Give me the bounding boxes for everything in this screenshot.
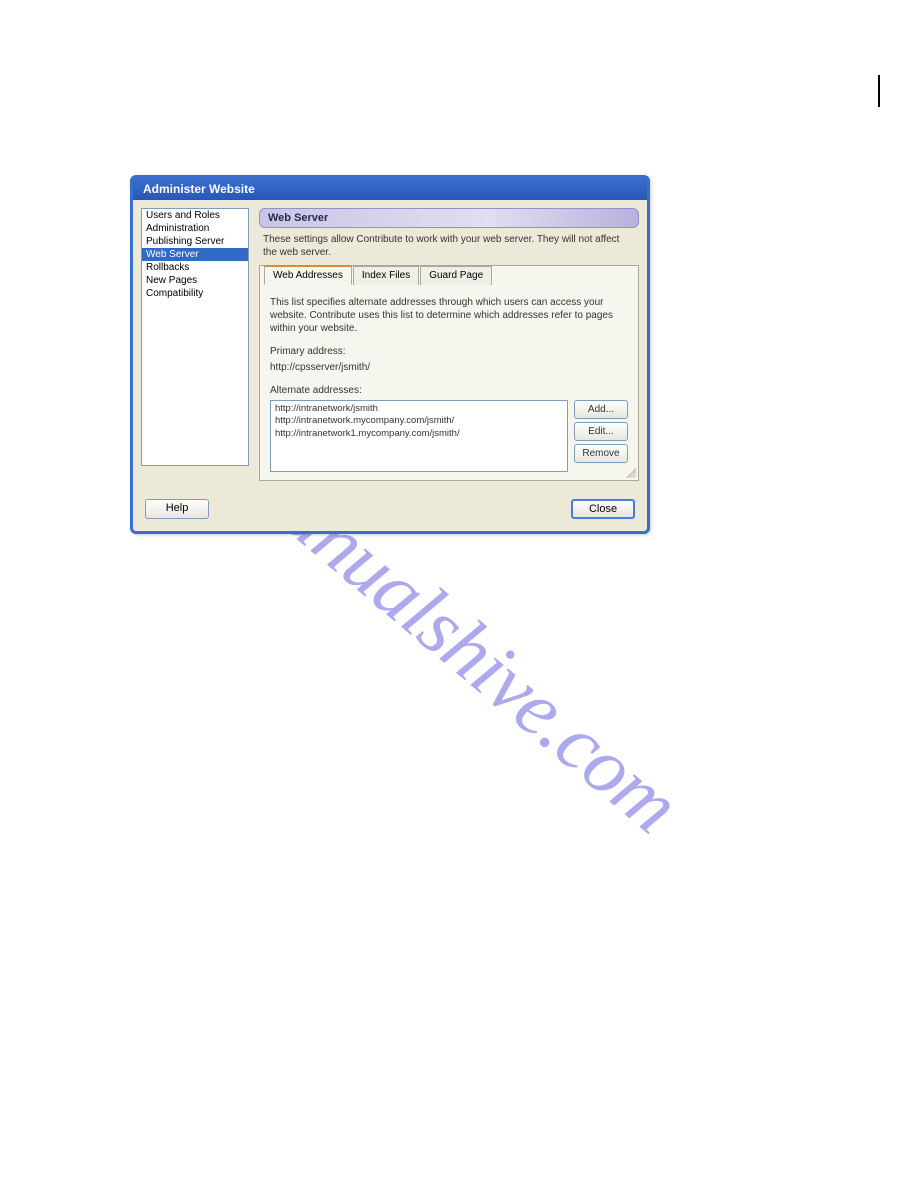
list-item[interactable]: http://intranetwork1.mycompany.com/jsmit… — [275, 428, 563, 440]
tab-web-addresses[interactable]: Web Addresses — [264, 265, 352, 285]
alternate-addresses-row: http://intranetwork/jsmith http://intran… — [270, 400, 628, 472]
alternate-addresses-label: Alternate addresses: — [270, 384, 628, 397]
edit-button[interactable]: Edit... — [574, 422, 628, 441]
sidebar-item-label: Publishing Server — [146, 236, 224, 247]
tabs-row: Web Addresses Index Files Guard Page — [264, 265, 493, 284]
dialog-titlebar[interactable]: Administer Website — [133, 178, 647, 200]
administer-website-dialog: Administer Website Users and Roles Admin… — [130, 175, 650, 534]
panel-header: Web Server — [259, 208, 639, 228]
sidebar-item-new-pages[interactable]: New Pages — [142, 274, 248, 287]
close-button[interactable]: Close — [571, 499, 635, 519]
sidebar-item-rollbacks[interactable]: Rollbacks — [142, 261, 248, 274]
panel-description: These settings allow Contribute to work … — [259, 231, 639, 265]
tab-content-web-addresses: This list specifies alternate addresses … — [260, 288, 638, 480]
sidebar-item-label: Administration — [146, 223, 209, 234]
intro-text: This list specifies alternate addresses … — [270, 296, 628, 335]
list-item[interactable]: http://intranetwork.mycompany.com/jsmith… — [275, 415, 563, 427]
list-item[interactable]: http://intranetwork/jsmith — [275, 403, 563, 415]
sidebar-item-compatibility[interactable]: Compatibility — [142, 287, 248, 300]
primary-address-value: http://cpsserver/jsmith/ — [270, 361, 628, 374]
text-cursor-mark — [878, 75, 880, 107]
tab-index-files[interactable]: Index Files — [353, 266, 419, 285]
sidebar-item-label: Web Server — [146, 249, 199, 260]
sidebar-item-label: New Pages — [146, 275, 197, 286]
category-list[interactable]: Users and Roles Administration Publishin… — [141, 208, 249, 466]
sidebar-item-label: Compatibility — [146, 288, 203, 299]
tab-label: Guard Page — [429, 270, 483, 281]
tab-label: Web Addresses — [273, 270, 343, 281]
dialog-body: Users and Roles Administration Publishin… — [133, 200, 647, 489]
content-panel: Web Server These settings allow Contribu… — [259, 208, 639, 481]
dialog-title: Administer Website — [143, 182, 255, 196]
tab-guard-page[interactable]: Guard Page — [420, 266, 492, 285]
dialog-footer: Help Close — [133, 489, 647, 531]
add-button[interactable]: Add... — [574, 400, 628, 419]
sidebar-item-web-server[interactable]: Web Server — [142, 248, 248, 261]
remove-button[interactable]: Remove — [574, 444, 628, 463]
address-buttons-column: Add... Edit... Remove — [574, 400, 628, 472]
primary-address-label: Primary address: — [270, 345, 628, 358]
resize-grip-icon[interactable] — [624, 466, 636, 478]
help-button[interactable]: Help — [145, 499, 209, 519]
sidebar-item-label: Rollbacks — [146, 262, 189, 273]
tab-container: Web Addresses Index Files Guard Page Thi… — [259, 265, 639, 481]
sidebar-item-users-roles[interactable]: Users and Roles — [142, 209, 248, 222]
alternate-addresses-listbox[interactable]: http://intranetwork/jsmith http://intran… — [270, 400, 568, 472]
sidebar-item-label: Users and Roles — [146, 210, 220, 221]
sidebar-item-publishing-server[interactable]: Publishing Server — [142, 235, 248, 248]
tab-label: Index Files — [362, 270, 410, 281]
sidebar-item-administration[interactable]: Administration — [142, 222, 248, 235]
